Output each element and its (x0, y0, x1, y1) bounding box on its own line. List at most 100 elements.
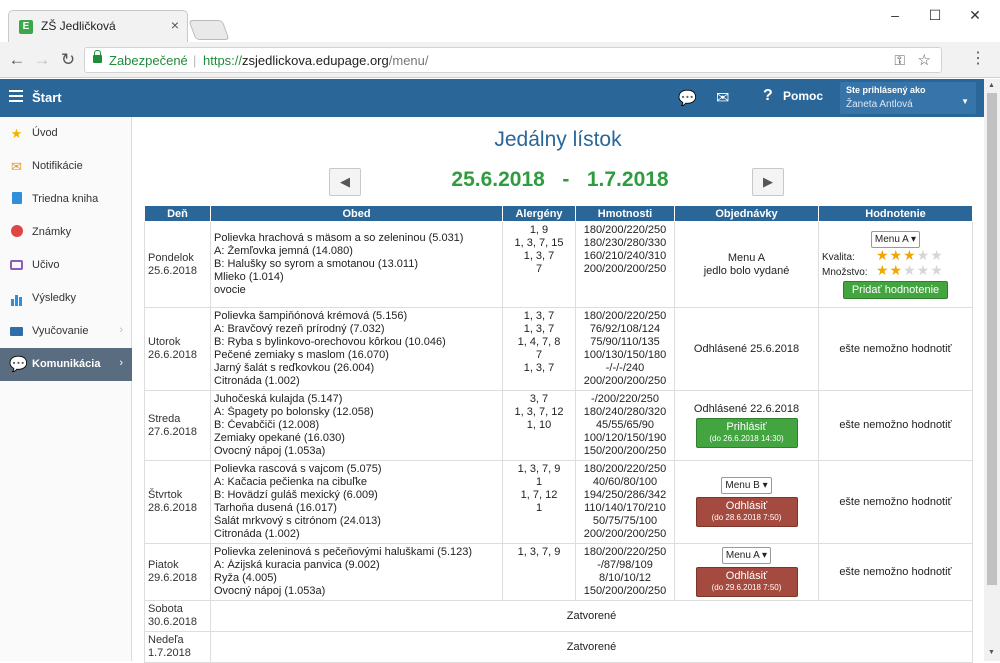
table-row: Utorok 26.6.2018 Polievka šampiňónová kré… (144, 307, 973, 391)
star-rating-icon[interactable]: ★★★★★ (876, 247, 944, 263)
order-status: Odhlásené 22.6.2018 (693, 403, 800, 415)
browser-menu-icon[interactable]: ⋮ (968, 48, 988, 68)
quantity-rating[interactable]: Množstvo: ★★★★★ (822, 262, 969, 279)
next-week-button[interactable]: ▶ (752, 168, 784, 196)
window-close-icon[interactable]: ✕ (960, 4, 990, 26)
food-item: Jarný šalát s reďkovkou (26.004) (214, 362, 375, 374)
key-icon[interactable]: ⚿ (894, 52, 905, 69)
favicon-icon: E (19, 20, 33, 34)
food-item: Citronáda (1.002) (214, 528, 300, 540)
food-item: Ovocný nápoj (1.053a) (214, 445, 326, 457)
sidebar-item-label: Komunikácia (32, 358, 101, 370)
order-menu-select[interactable]: Menu B ▾ (721, 477, 772, 494)
speech-bubbles-icon: 💬 (9, 356, 28, 373)
sign-out-meal-button[interactable]: Odhlásiť (do 28.6.2018 7:50) (695, 497, 798, 527)
order-menu-select[interactable]: Menu A ▾ (721, 547, 772, 564)
page-title: Jedálny lístok (494, 128, 622, 151)
table-row: Piatok 29.6.2018 Polievka zeleninová s pe… (144, 543, 973, 601)
rating-cell: ešte nemožno hodnotiť (818, 460, 973, 544)
food-item: Ovocný nápoj (1.053a) (214, 585, 326, 597)
food-item: Juhočeská kulajda (5.147) (214, 393, 343, 405)
food-item: Ryža (4.005) (214, 572, 277, 584)
help-icon[interactable]: ? (763, 87, 773, 105)
user-name: Žaneta Antlová (846, 99, 913, 110)
previous-week-button[interactable]: ◀ (329, 168, 361, 196)
order-cell: Odhlásené 22.6.2018 Prihlásiť (do 26.6.20… (674, 390, 819, 461)
address-bar[interactable]: Zabezpečené | https://zsjedlickova.edupa… (84, 47, 942, 73)
chat-icon[interactable]: 💬 (678, 89, 697, 107)
table-row: Pondelok 25.6.2018 Polievka hrachová s mä… (144, 221, 973, 308)
ordered-menu: Menu A (727, 251, 766, 264)
sidebar-item-ucivo[interactable]: Učivo (0, 249, 132, 282)
book-icon (9, 192, 24, 207)
scroll-thumb[interactable] (987, 93, 997, 585)
browser-tab[interactable]: E ZŠ Jedličková × (8, 10, 188, 42)
back-icon[interactable]: ← (6, 50, 28, 70)
page-scrollbar[interactable]: ▲ ▼ (984, 79, 1000, 661)
scroll-down-icon[interactable]: ▼ (988, 649, 995, 656)
table-header-row: Deň Obed Alergény Hmotnosti Objednávky H… (144, 205, 973, 222)
food-item: A: Žemľovka jemná (14.080) (214, 245, 353, 257)
chevron-right-icon: › (119, 357, 123, 369)
allergens-cell: 1, 3, 7, 9 (502, 543, 576, 601)
sidebar-item-label: Výsledky (32, 292, 77, 304)
food-cell: Polievka šampiňónová krémová (5.156) A: … (210, 307, 503, 391)
sidebar-item-vysledky[interactable]: Výsledky (0, 282, 132, 315)
sign-in-meal-button[interactable]: Prihlásiť (do 26.6.2018 14:30) (695, 418, 798, 448)
sidebar-item-notifikacie[interactable]: ✉ Notifikácie (0, 150, 132, 183)
add-rating-button[interactable]: Pridať hodnotenie (842, 280, 949, 299)
reload-icon[interactable]: ↻ (57, 50, 79, 70)
sign-out-meal-button[interactable]: Odhlásiť (do 29.6.2018 7:50) (695, 567, 798, 597)
app-header: Štart 💬 ✉ ? Pomoc Ste prihlásený ako Žan… (0, 79, 984, 117)
rating-unavailable: ešte nemožno hodnotiť (839, 342, 952, 355)
rating-unavailable: ešte nemožno hodnotiť (839, 419, 952, 431)
minimize-icon[interactable]: – (880, 4, 910, 26)
rating-cell: ešte nemožno hodnotiť (818, 307, 973, 391)
food-cell: Polievka rascová s vajcom (5.075) A: Kač… (210, 460, 503, 544)
sidebar-item-komunikacia[interactable]: 💬 Komunikácia › (0, 348, 132, 381)
sidebar-item-triedna-kniha[interactable]: Triedna kniha (0, 183, 132, 216)
rating-menu-select[interactable]: Menu A ▾ (870, 230, 921, 248)
tab-close-icon[interactable]: × (171, 17, 179, 33)
start-link[interactable]: Štart (32, 90, 62, 105)
star-icon: ★ (10, 126, 23, 141)
maximize-icon[interactable]: ☐ (920, 4, 950, 26)
rating-cell: ešte nemožno hodnotiť (818, 543, 973, 601)
arrow-left-icon: ◀ (340, 174, 350, 189)
food-item: Šalát mrkvový s citrónom (24.013) (214, 515, 381, 527)
food-item: Polievka zeleninová s pečeňovými haluška… (214, 546, 473, 558)
sidebar-item-znamky[interactable]: Známky (0, 216, 132, 249)
sidebar-item-uvod[interactable]: ★ Úvod (0, 117, 132, 150)
food-item: Tarhoňa dusená (16.017) (214, 502, 337, 514)
forward-icon[interactable]: → (31, 50, 53, 70)
url-separator: | (193, 53, 197, 68)
tab-title: ZŠ Jedličková (41, 19, 116, 33)
day-cell: Piatok 29.6.2018 (144, 543, 211, 601)
allergens-cell: 1, 3, 7, 9 1 1, 7, 12 1 (502, 460, 576, 544)
scroll-up-icon[interactable]: ▲ (988, 82, 995, 89)
url-text[interactable]: https://zsjedlickova.edupage.org/menu/ (203, 53, 429, 68)
food-item: A: Kačacia pečienka na cibuľke (214, 476, 368, 488)
help-link[interactable]: Pomoc (783, 89, 823, 103)
allergens-cell: 1, 9 1, 3, 7, 15 1, 3, 77 (502, 221, 576, 308)
sidebar-item-vyucovanie[interactable]: Vyučovanie › (0, 315, 132, 348)
order-status: jedlo bolo vydané (703, 264, 790, 277)
hamburger-menu-icon[interactable] (9, 90, 23, 102)
star-rating-icon[interactable]: ★★★★★ (876, 262, 944, 278)
bookmark-star-icon[interactable]: ☆ (918, 51, 931, 69)
order-cell: Menu A jedlo bolo vydané (674, 221, 819, 308)
column-header: Deň (144, 205, 211, 222)
browser-toolbar: ← → ↻ Zabezpečené | https://zsjedlickova… (0, 42, 1000, 78)
user-account-menu[interactable]: Ste prihlásený ako Žaneta Antlová ▼ (840, 82, 976, 114)
food-cell: Polievka hrachová s mäsom a so zeleninou… (210, 221, 503, 308)
rating-cell: Menu A ▾ Kvalita: ★★★★★ Množstvo: ★★★★★ Pr… (818, 221, 973, 308)
new-tab-button[interactable] (188, 20, 230, 40)
column-header: Objednávky (674, 205, 819, 222)
mail-icon[interactable]: ✉ (716, 88, 729, 108)
food-item: A: Ázijská kuracia panvica (9.002) (214, 559, 380, 571)
weights-cell: 180/200/220/250 -/87/98/109 8/10/10/12 150/… (575, 543, 675, 601)
allergens-cell: 3, 7 1, 3, 7, 12 1, 10 (502, 390, 576, 461)
logged-in-caption: Ste prihlásený ako (846, 85, 926, 95)
closed-cell: Zatvorené (210, 631, 973, 663)
order-cell: Menu B ▾ Odhlásiť (do 28.6.2018 7:50) (674, 460, 819, 544)
